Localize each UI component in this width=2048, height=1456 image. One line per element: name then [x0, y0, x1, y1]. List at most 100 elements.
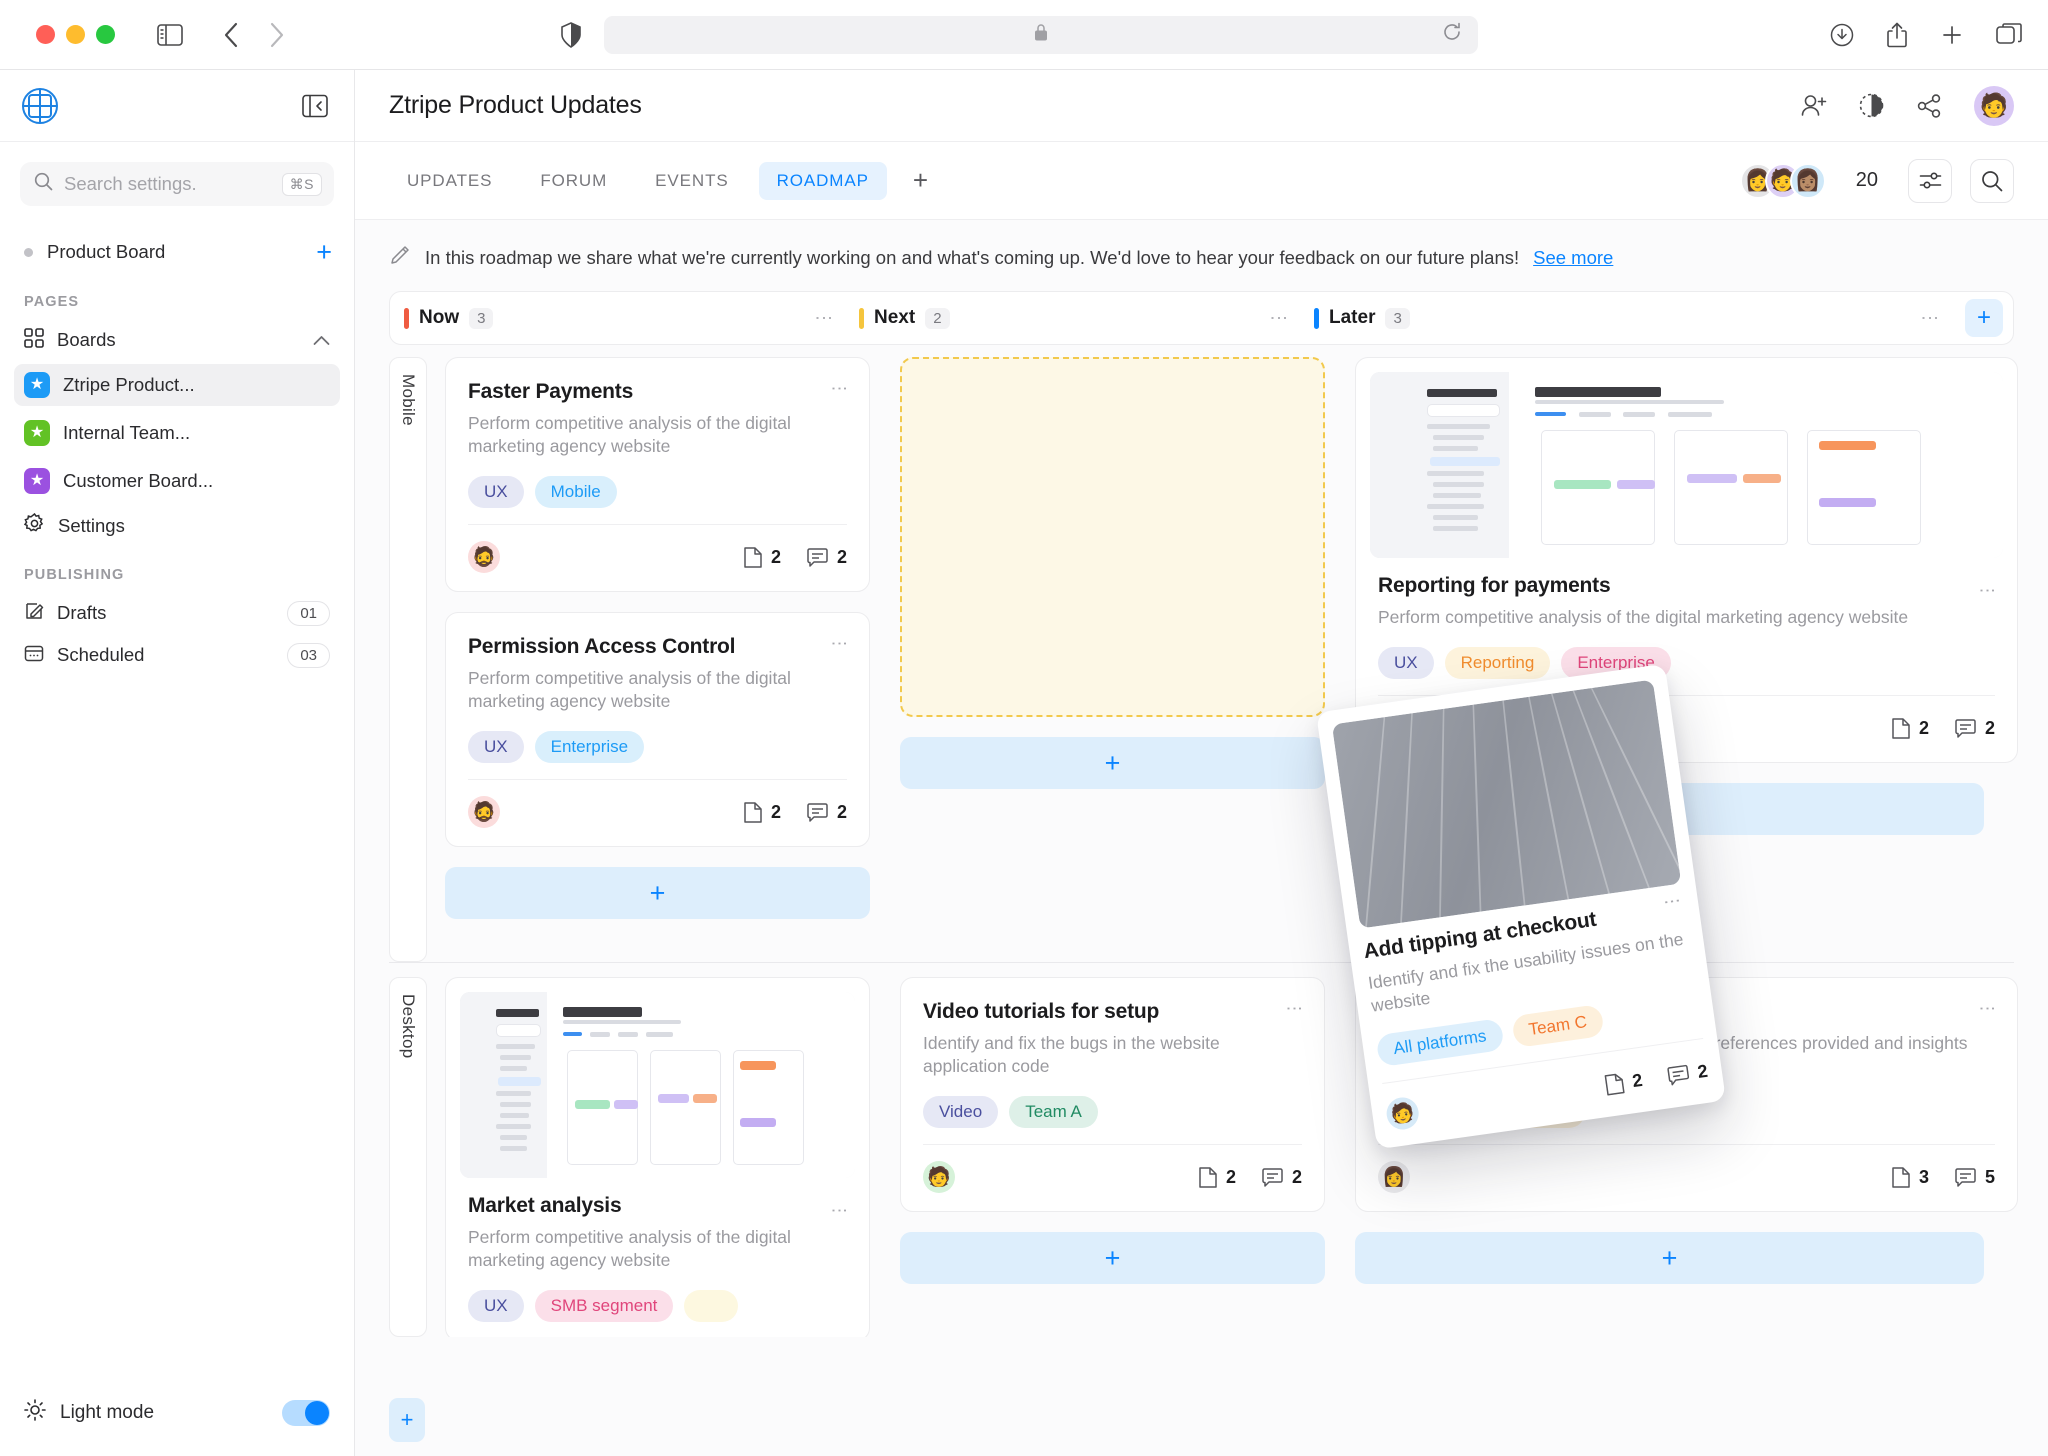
tag[interactable]: UX — [1378, 647, 1434, 679]
url-bar[interactable] — [604, 16, 1478, 54]
tag[interactable]: Mobile — [535, 476, 617, 508]
filter-sliders-icon[interactable] — [1908, 159, 1952, 203]
card-footer: 👩 3 5 — [1378, 1144, 1995, 1193]
column-menu-icon[interactable]: ⋮ — [1270, 309, 1288, 327]
column-name: Now — [419, 307, 459, 329]
tab-roadmap[interactable]: ROADMAP — [759, 162, 887, 200]
card-title: Permission Access Control — [468, 635, 847, 659]
add-card-button-next-mobile[interactable]: + — [900, 737, 1325, 789]
card-menu-icon[interactable]: ⋮ — [1977, 582, 1997, 599]
tab-forum[interactable]: FORUM — [522, 162, 625, 200]
card-menu-icon[interactable]: ⋮ — [1661, 892, 1683, 912]
swimlane-label: Mobile — [398, 374, 418, 426]
tag[interactable] — [684, 1290, 738, 1322]
page-header: Ztripe Product Updates — [355, 70, 2048, 142]
calendar-icon — [24, 643, 44, 668]
share-icon[interactable] — [1886, 22, 1908, 48]
close-window-button[interactable] — [36, 25, 55, 44]
reload-icon[interactable] — [1442, 22, 1462, 47]
attachments-count: 3 — [1919, 1167, 1929, 1188]
share-icon[interactable] — [1916, 94, 1942, 118]
lane-column-next: + — [900, 357, 1355, 962]
sidebar-toggle-icon[interactable] — [157, 24, 183, 46]
comments-metric: 2 — [1262, 1167, 1302, 1188]
attachments-count: 2 — [771, 802, 781, 823]
sidebar-item-settings[interactable]: Settings — [0, 505, 354, 547]
download-icon[interactable] — [1830, 23, 1854, 47]
tag[interactable]: Reporting — [1445, 647, 1551, 679]
minimize-window-button[interactable] — [66, 25, 85, 44]
tag[interactable]: Team A — [1009, 1096, 1098, 1128]
tag[interactable]: UX — [468, 731, 524, 763]
see-more-link[interactable]: See more — [1533, 247, 1613, 269]
avatar[interactable]: 🧑 — [1974, 86, 2014, 126]
card-video-tutorials[interactable]: ⋮ Video tutorials for setup Identify and… — [900, 977, 1325, 1212]
column-header-now: Now 3 ⋮ — [404, 307, 859, 329]
chevron-up-icon[interactable] — [313, 329, 330, 351]
add-card-button-next-desktop[interactable]: + — [900, 1232, 1325, 1284]
tab-updates[interactable]: UPDATES — [389, 162, 510, 200]
add-card-button-later-desktop[interactable]: + — [1355, 1232, 1984, 1284]
sidebar-item-customer-board[interactable]: ★ Customer Board... — [14, 460, 340, 502]
tag[interactable]: All platforms — [1376, 1018, 1505, 1067]
pencil-icon[interactable] — [389, 244, 411, 271]
member-avatars[interactable]: 👩 🧑 👩🏽 — [1740, 163, 1826, 199]
product-board-row[interactable]: Product Board + — [0, 230, 354, 274]
search-icon[interactable] — [1970, 159, 2014, 203]
avatar[interactable]: 🧑 — [923, 1161, 955, 1193]
column-menu-icon[interactable]: ⋮ — [1921, 309, 1939, 327]
light-mode-toggle[interactable] — [282, 1400, 330, 1426]
avatar[interactable]: 👩🏽 — [1790, 163, 1826, 199]
card-faster-payments[interactable]: ⋮ Faster Payments Perform competitive an… — [445, 357, 870, 592]
card-menu-icon[interactable]: ⋮ — [829, 1202, 849, 1219]
sidebar-item-internal-team[interactable]: ★ Internal Team... — [14, 412, 340, 454]
avatar[interactable]: 🧑 — [1385, 1096, 1421, 1132]
add-board-button[interactable]: + — [316, 239, 332, 266]
comments-metric: 2 — [1667, 1060, 1710, 1086]
search-input[interactable]: Search settings. ⌘S — [20, 162, 334, 206]
tag[interactable]: Enterprise — [535, 731, 644, 763]
attachments-count: 2 — [1919, 718, 1929, 739]
add-tab-button[interactable]: + — [899, 165, 942, 196]
sidebar-item-drafts[interactable]: Drafts 01 — [0, 592, 354, 634]
sidebar-item-ztripe-product[interactable]: ★ Ztripe Product... — [14, 364, 340, 406]
card-menu-icon[interactable]: ⋮ — [829, 380, 849, 397]
add-swimlane-button[interactable]: + — [389, 1398, 425, 1442]
tag[interactable]: Team C — [1511, 1004, 1605, 1048]
column-menu-icon[interactable]: ⋮ — [815, 309, 833, 327]
back-button[interactable] — [223, 22, 239, 48]
card-menu-icon[interactable]: ⋮ — [1284, 1000, 1304, 1017]
new-tab-plus-icon[interactable] — [1940, 23, 1964, 47]
sidebar-item-boards[interactable]: Boards — [0, 319, 354, 361]
tag[interactable]: UX — [468, 476, 524, 508]
forward-button[interactable] — [269, 22, 285, 48]
light-mode-row[interactable]: Light mode — [0, 1399, 354, 1456]
card-menu-icon[interactable]: ⋮ — [829, 635, 849, 652]
comments-metric: 2 — [807, 802, 847, 823]
tag[interactable]: SMB segment — [535, 1290, 674, 1322]
card-permission-access-control[interactable]: ⋮ Permission Access Control Perform comp… — [445, 612, 870, 847]
card-thumbnail — [1332, 679, 1682, 928]
tab-events[interactable]: EVENTS — [637, 162, 746, 200]
avatar[interactable]: 🧔 — [468, 541, 500, 573]
avatar[interactable]: 👩 — [1378, 1161, 1410, 1193]
card-menu-icon[interactable]: ⋮ — [1977, 1000, 1997, 1017]
add-person-icon[interactable] — [1801, 94, 1827, 118]
column-color-bar — [404, 308, 409, 329]
card-add-tipping-at-checkout-dragging[interactable]: ⋮ Add tipping at checkout Identify and f… — [1316, 664, 1726, 1150]
sidebar-collapse-icon[interactable] — [302, 94, 328, 118]
tag[interactable]: Video — [923, 1096, 998, 1128]
search-shortcut: ⌘S — [282, 173, 322, 196]
add-column-button[interactable]: + — [1965, 299, 2003, 337]
shield-icon[interactable] — [560, 22, 582, 48]
add-card-button-now-mobile[interactable]: + — [445, 867, 870, 919]
sidebar-item-scheduled[interactable]: Scheduled 03 — [0, 634, 354, 676]
tag[interactable]: UX — [468, 1290, 524, 1322]
window-traffic-lights[interactable] — [36, 25, 115, 44]
tab-overview-icon[interactable] — [1996, 23, 2022, 47]
avatar[interactable]: 🧔 — [468, 796, 500, 828]
maximize-window-button[interactable] — [96, 25, 115, 44]
contrast-icon[interactable] — [1859, 93, 1884, 118]
card-market-analysis[interactable]: ⋮ Market analysis Perform competitive an… — [445, 977, 870, 1337]
board-star-icon: ★ — [24, 468, 50, 494]
